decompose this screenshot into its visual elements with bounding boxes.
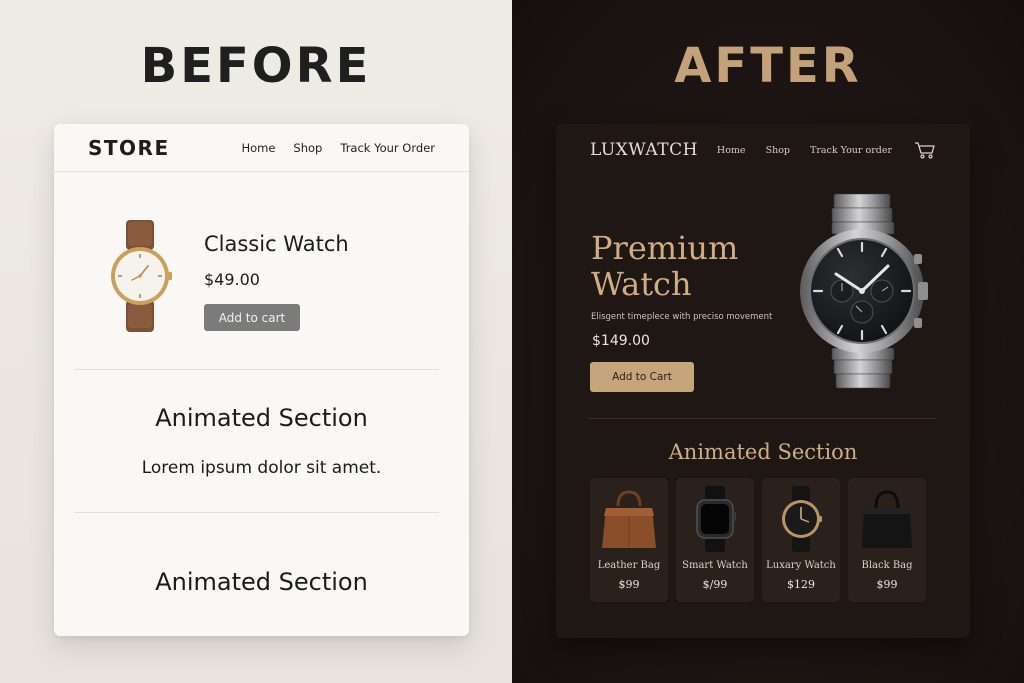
before-store-card: STORE Home Shop Track Your Order Classic… [54, 124, 469, 636]
steel-chronograph-watch-icon [800, 193, 928, 389]
after-add-to-cart-button[interactable]: Add to Cart [590, 362, 694, 392]
before-product-title: Classic Watch [204, 232, 349, 256]
after-nav-shop[interactable]: Shop [766, 145, 790, 156]
before-section-heading-2: Animated Section [155, 568, 368, 596]
after-section-heading: Animated Section [668, 440, 858, 464]
product-name: Smart Watch [682, 560, 748, 571]
before-divider-2 [74, 512, 439, 513]
after-divider [588, 418, 936, 419]
after-nav-links: Home Shop Track Your order [717, 141, 936, 159]
product-price: $129 [787, 578, 815, 591]
product-price: $/99 [702, 578, 728, 591]
before-nav-shop[interactable]: Shop [293, 141, 322, 155]
after-hero-title: Premium Watch [591, 229, 739, 303]
before-product-price: $49.00 [204, 270, 260, 289]
before-section-heading-1: Animated Section [155, 404, 368, 432]
product-name: Black Bag [861, 560, 913, 571]
after-hero-price: $149.00 [592, 333, 650, 349]
after-label: AFTER [674, 38, 862, 94]
shopping-cart-icon[interactable] [914, 141, 936, 159]
product-price: $99 [876, 578, 898, 591]
after-hero-description: Elisgent timeplece with preciso movement [591, 312, 773, 322]
product-card-luxury-watch[interactable]: Luxary Watch $129 [762, 478, 840, 602]
before-navbar: STORE Home Shop Track Your Order [54, 124, 469, 172]
product-name: Luxary Watch [766, 560, 836, 571]
black-bag-icon [862, 490, 912, 548]
leather-bag-icon [602, 490, 656, 548]
before-nav-home[interactable]: Home [241, 141, 275, 155]
before-nav-track-order[interactable]: Track Your Order [340, 141, 435, 155]
before-panel: BEFORE STORE Home Shop Track Your Order [0, 0, 512, 683]
before-divider-1 [74, 369, 439, 370]
before-label: BEFORE [140, 38, 372, 94]
after-product-grid: Leather Bag $99 Smart Watch $/99 Luxary … [590, 478, 934, 602]
product-card-black-bag[interactable]: Black Bag $99 [848, 478, 926, 602]
before-logo[interactable]: STORE [88, 136, 170, 160]
after-logo[interactable]: LUXWATCH [590, 140, 698, 160]
after-panel: AFTER LUXWATCH Home Shop Track Your orde… [512, 0, 1024, 683]
before-add-to-cart-button[interactable]: Add to cart [204, 304, 300, 331]
product-card-smart-watch[interactable]: Smart Watch $/99 [676, 478, 754, 602]
before-section-text: Lorem ipsum dolor sit amet. [141, 458, 382, 478]
after-navbar: LUXWATCH Home Shop Track Your order [556, 124, 970, 176]
wristwatch-brown-strap-icon [111, 220, 172, 332]
after-store-card: LUXWATCH Home Shop Track Your order Prem… [556, 124, 970, 638]
product-card-leather-bag[interactable]: Leather Bag $99 [590, 478, 668, 602]
after-nav-track-order[interactable]: Track Your order [810, 145, 892, 156]
luxury-watch-icon [782, 486, 822, 552]
after-nav-home[interactable]: Home [717, 145, 746, 156]
product-price: $99 [618, 578, 640, 591]
smart-watch-icon [696, 486, 736, 552]
before-nav-links: Home Shop Track Your Order [241, 141, 435, 155]
product-name: Leather Bag [597, 560, 661, 571]
